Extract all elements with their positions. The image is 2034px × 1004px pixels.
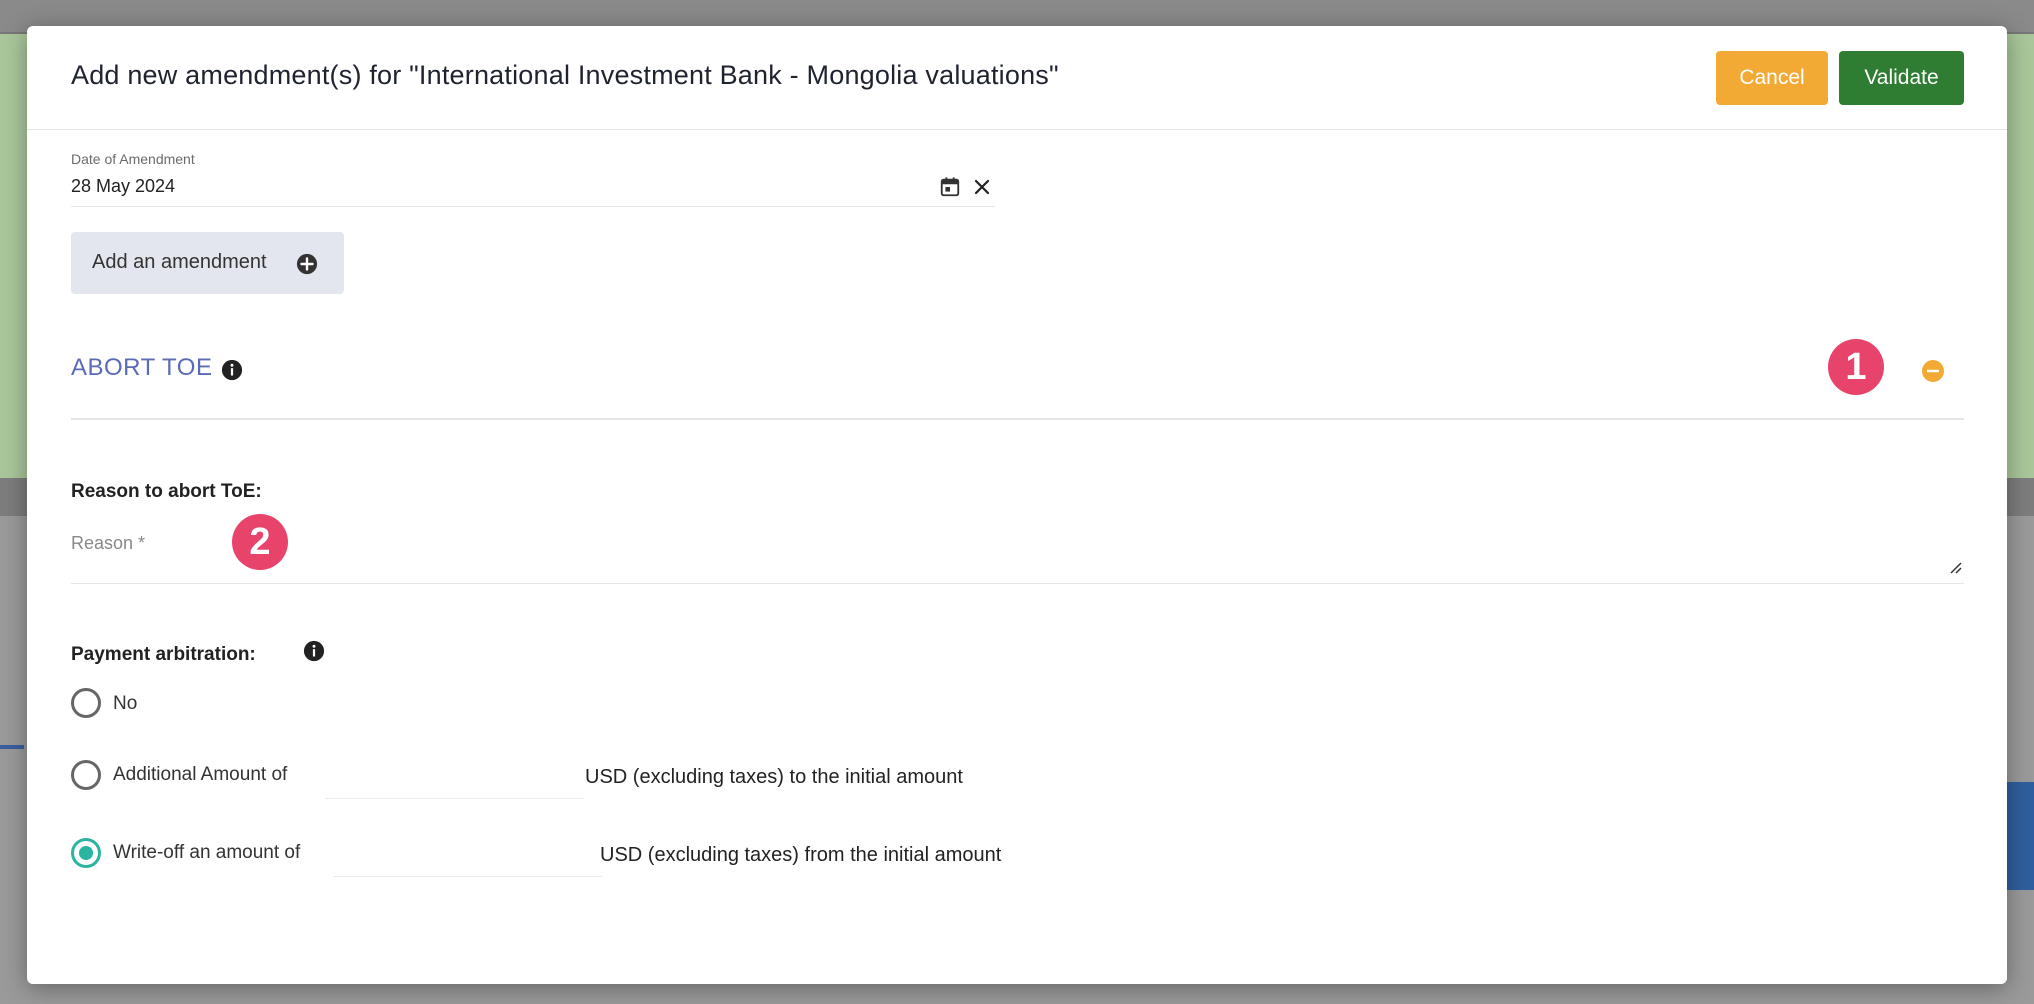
additional-amount-input[interactable] — [325, 766, 584, 799]
radio-no[interactable] — [71, 688, 101, 718]
reason-input[interactable]: Reason * — [71, 533, 145, 554]
amendment-modal: Add new amendment(s) for "International … — [27, 26, 2007, 984]
radio-additional-amount-label: Additional Amount of — [113, 764, 288, 785]
collapse-minus-icon[interactable] — [1921, 359, 1945, 383]
reason-heading: Reason to abort ToE: — [71, 481, 262, 502]
reason-underline — [71, 583, 1964, 584]
date-field-label: Date of Amendment — [71, 151, 195, 167]
cancel-button[interactable]: Cancel — [1716, 51, 1828, 105]
radio-no-label: No — [113, 693, 138, 714]
calendar-icon[interactable] — [939, 176, 961, 198]
radio-write-off-label: Write-off an amount of — [113, 842, 301, 863]
date-field-value[interactable]: 28 May 2024 — [71, 176, 175, 197]
radio-additional-amount[interactable] — [71, 760, 101, 790]
radio-write-off[interactable] — [71, 838, 101, 868]
write-off-amount-input[interactable] — [333, 844, 602, 877]
date-field-underline — [71, 206, 995, 207]
validate-button[interactable]: Validate — [1839, 51, 1964, 105]
clear-date-icon[interactable] — [973, 178, 991, 196]
resize-handle-icon[interactable] — [1948, 560, 1962, 574]
payment-heading: Payment arbitration: — [71, 644, 256, 665]
modal-title: Add new amendment(s) for "International … — [71, 60, 1059, 90]
info-icon[interactable] — [221, 359, 243, 381]
add-amendment-label: Add an amendment — [92, 251, 267, 273]
backdrop-tab-indicator — [0, 745, 24, 749]
write-off-amount-suffix: USD (excluding taxes) from the initial a… — [600, 844, 1002, 866]
step-marker-1: 1 — [1828, 339, 1884, 395]
section-title-abort-toe: ABORT TOE — [71, 354, 213, 381]
plus-circle-icon — [296, 253, 318, 275]
modal-header: Add new amendment(s) for "International … — [27, 26, 2007, 130]
section-divider — [71, 418, 1964, 420]
additional-amount-suffix: USD (excluding taxes) to the initial amo… — [585, 766, 963, 788]
step-marker-2: 2 — [232, 514, 288, 570]
add-amendment-button[interactable]: Add an amendment — [71, 232, 344, 294]
payment-info-icon[interactable] — [303, 640, 325, 662]
